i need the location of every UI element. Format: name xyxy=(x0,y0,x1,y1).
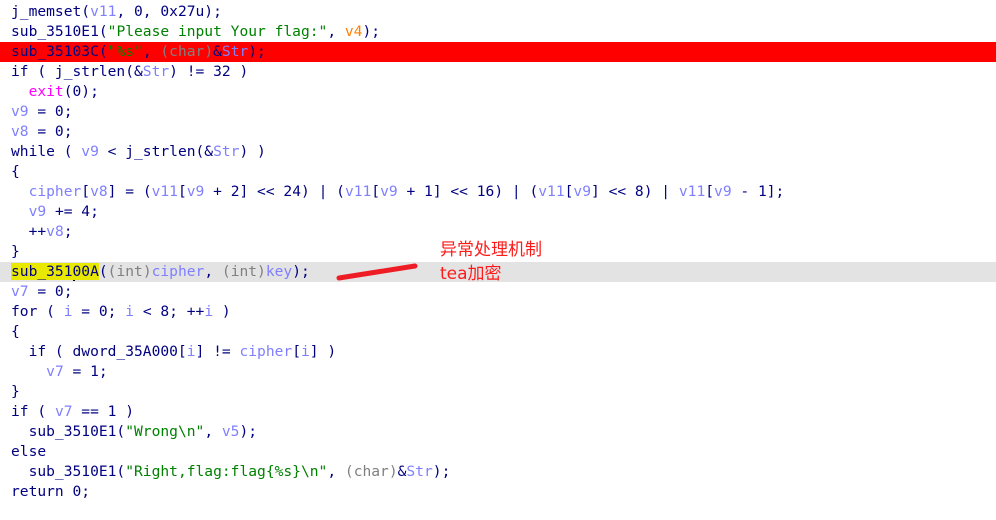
annotation-note: 异常处理机制 tea加密 xyxy=(440,238,542,286)
annotation-line-1: 异常处理机制 xyxy=(440,240,542,260)
annotation-line-2: tea加密 xyxy=(440,264,502,284)
